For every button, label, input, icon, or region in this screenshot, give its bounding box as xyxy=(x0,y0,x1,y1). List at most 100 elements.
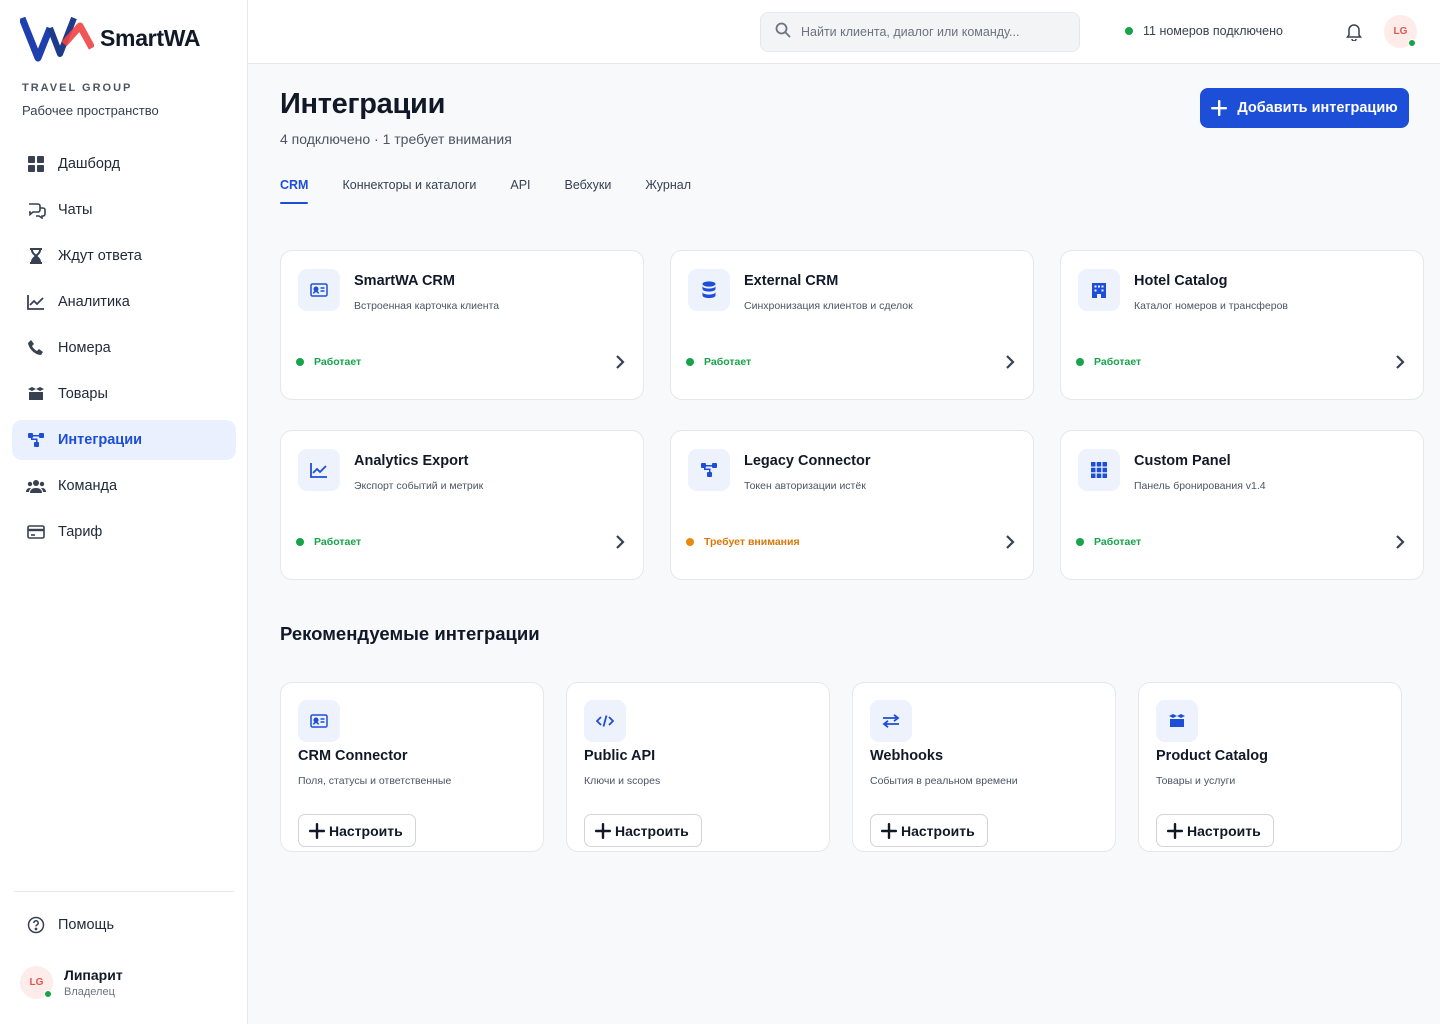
sidebar-item-label: Интеграции xyxy=(58,432,143,448)
logo[interactable]: SmartWA xyxy=(20,14,200,62)
phone-icon xyxy=(26,338,46,358)
avatar: LG xyxy=(20,966,53,999)
status-dot xyxy=(1125,27,1133,35)
recommended-card-crm-connector: CRM Connector Поля, статусы и ответствен… xyxy=(280,682,544,852)
recommended-desc: Поля, статусы и ответственные xyxy=(298,775,452,787)
avatar-initials: LG xyxy=(29,977,44,988)
network-icon xyxy=(688,449,730,491)
plus-icon xyxy=(1211,100,1228,116)
sidebar-item-label: Команда xyxy=(58,478,118,494)
recommended-title-text: Webhooks xyxy=(870,748,944,764)
dashboard-icon xyxy=(26,154,46,174)
chevron-right-icon[interactable] xyxy=(615,354,625,375)
integration-title: Analytics Export xyxy=(354,453,469,469)
add-integration-button[interactable]: Добавить интеграцию xyxy=(1200,88,1409,128)
status-badge: Работает xyxy=(686,356,751,368)
configure-label: Настроить xyxy=(615,822,689,839)
integration-card-legacy-connector[interactable]: Legacy Connector Токен авторизации истёк… xyxy=(670,430,1034,580)
integration-card-custom-panel[interactable]: Custom Panel Панель бронирования v1.4 Ра… xyxy=(1060,430,1424,580)
chevron-right-icon[interactable] xyxy=(1005,534,1015,555)
plus-icon xyxy=(595,822,611,839)
sidebar-item-awaiting[interactable]: Ждут ответа xyxy=(12,236,236,276)
sidebar-item-dashboard[interactable]: Дашборд xyxy=(12,144,236,184)
recommended-desc: Ключи и scopes xyxy=(584,775,661,787)
integration-card-smartwa-crm[interactable]: SmartWA CRM Встроенная карточка клиента … xyxy=(280,250,644,400)
status-text: Работает xyxy=(314,356,362,368)
search-input[interactable] xyxy=(801,25,1061,39)
integrations-icon xyxy=(26,430,46,450)
plus-icon xyxy=(309,822,325,839)
search-icon xyxy=(775,22,791,43)
configure-button[interactable]: Настроить xyxy=(870,814,988,847)
bell-icon[interactable] xyxy=(1345,22,1363,46)
plus-icon xyxy=(1167,822,1183,839)
configure-button[interactable]: Настроить xyxy=(298,814,416,847)
sidebar-item-label: Тариф xyxy=(58,524,103,540)
chevron-right-icon[interactable] xyxy=(1005,354,1015,375)
sidebar-item-numbers[interactable]: Номера xyxy=(12,328,236,368)
configure-label: Настроить xyxy=(901,822,975,839)
help-icon xyxy=(26,915,46,935)
sidebar-item-help[interactable]: Помощь xyxy=(12,905,236,945)
online-indicator xyxy=(44,990,52,998)
sidebar-item-team[interactable]: Команда xyxy=(12,466,236,506)
recommended-title-text: CRM Connector xyxy=(298,748,408,764)
configure-button[interactable]: Настроить xyxy=(1156,814,1274,847)
sidebar-item-chats[interactable]: Чаты xyxy=(12,190,236,230)
page-subtitle: 4 подключено · 1 требует внимания xyxy=(280,131,512,147)
chevron-right-icon[interactable] xyxy=(1395,534,1405,555)
sidebar-item-tariff[interactable]: Тариф xyxy=(12,512,236,552)
status-badge: Работает xyxy=(1076,536,1141,548)
status-badge: Работает xyxy=(296,536,361,548)
recommended-title-text: Public API xyxy=(584,748,656,764)
status-text: Работает xyxy=(314,536,362,548)
integration-title: Hotel Catalog xyxy=(1134,273,1228,289)
integration-desc: Встроенная карточка клиента xyxy=(354,300,500,312)
sidebar-item-analytics[interactable]: Аналитика xyxy=(12,282,236,322)
sidebar-item-products[interactable]: Товары xyxy=(12,374,236,414)
database-icon xyxy=(688,269,730,311)
sidebar-item-label: Номера xyxy=(58,340,111,356)
tab-webhooks[interactable]: Вебхуки xyxy=(565,178,612,204)
help-section: Помощь xyxy=(12,905,236,951)
recommended-desc: Товары и услуги xyxy=(1156,775,1236,787)
integration-card-analytics-export[interactable]: Analytics Export Экспорт событий и метри… xyxy=(280,430,644,580)
configure-label: Настроить xyxy=(1187,822,1261,839)
configure-button[interactable]: Настроить xyxy=(584,814,702,847)
integration-desc: Экспорт событий и метрик xyxy=(354,480,484,492)
analytics-icon xyxy=(26,292,46,312)
chevron-right-icon[interactable] xyxy=(615,534,625,555)
workspace-label: Рабочее пространство xyxy=(22,103,159,118)
id-card-icon xyxy=(298,700,340,742)
user-name: Липарит xyxy=(64,967,123,983)
configure-label: Настроить xyxy=(329,822,403,839)
workspace-group: TRAVEL GROUP xyxy=(22,82,133,94)
user-profile[interactable]: LG Липарит Владелец xyxy=(20,966,123,999)
tab-connectors[interactable]: Коннекторы и каталоги xyxy=(342,178,476,204)
status-text: Работает xyxy=(1094,536,1142,548)
integration-desc: Панель бронирования v1.4 xyxy=(1134,480,1266,492)
avatar-initials: LG xyxy=(1393,26,1408,37)
tab-crm[interactable]: CRM xyxy=(280,178,309,204)
online-indicator xyxy=(1408,39,1416,47)
top-avatar[interactable]: LG xyxy=(1384,15,1417,48)
integration-card-external-crm[interactable]: External CRM Синхронизация клиентов и сд… xyxy=(670,250,1034,400)
search-box[interactable] xyxy=(760,12,1080,52)
grid-icon xyxy=(1078,449,1120,491)
integration-title: External CRM xyxy=(744,273,839,289)
integration-card-hotel-catalog[interactable]: Hotel Catalog Каталог номеров и трансфер… xyxy=(1060,250,1424,400)
status-badge: Работает xyxy=(1076,356,1141,368)
sidebar: SmartWA TRAVEL GROUP Рабочее пространств… xyxy=(0,0,248,1024)
sidebar-item-integrations[interactable]: Интеграции xyxy=(12,420,236,460)
code-icon xyxy=(584,700,626,742)
integration-desc: Синхронизация клиентов и сделок xyxy=(744,300,913,312)
recommended-title-text: Product Catalog xyxy=(1156,748,1268,764)
chevron-right-icon[interactable] xyxy=(1395,354,1405,375)
integration-title: SmartWA CRM xyxy=(354,273,455,289)
tab-log[interactable]: Журнал xyxy=(645,178,691,204)
recommended-card-product-catalog: Product Catalog Товары и услуги Настроит… xyxy=(1138,682,1402,852)
tab-api[interactable]: API xyxy=(510,178,530,204)
brand-name: SmartWA xyxy=(100,24,201,51)
sidebar-divider xyxy=(14,891,234,892)
status-badge: Требует внимания xyxy=(686,536,800,548)
